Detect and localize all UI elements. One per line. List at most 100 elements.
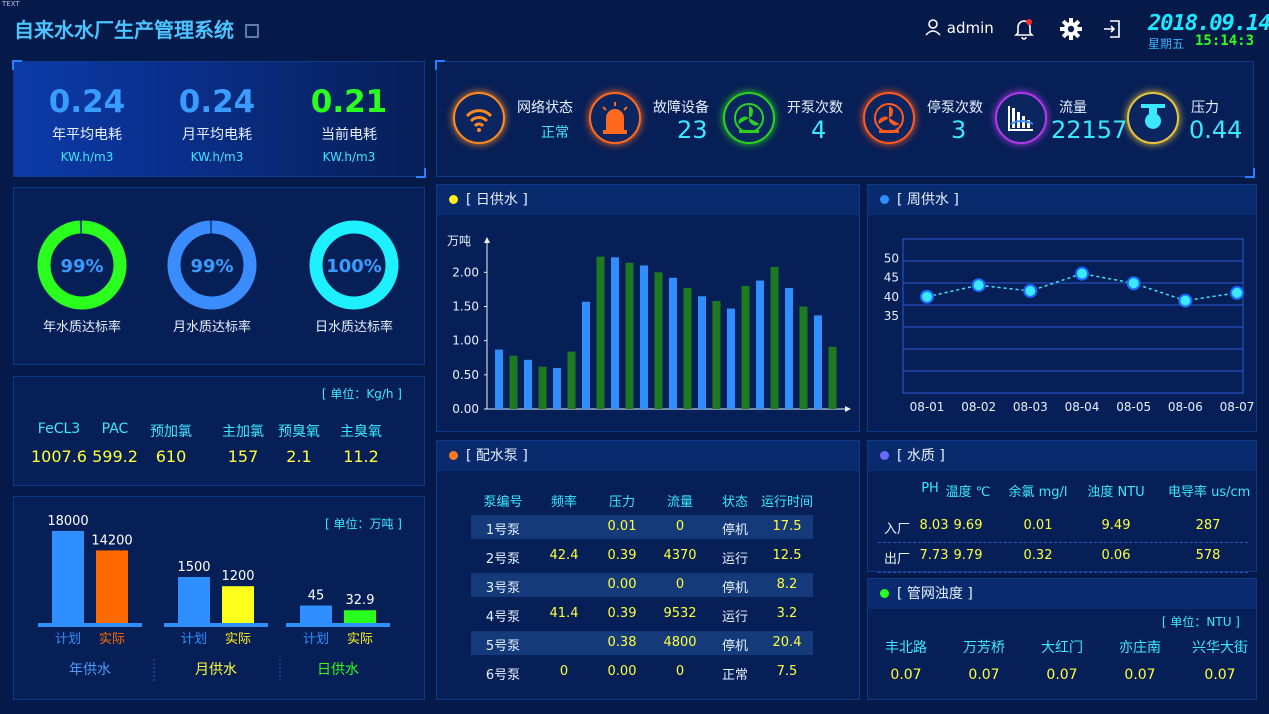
pump-dot-icon [449, 451, 458, 460]
energy-year-value: 0.24 [48, 84, 126, 120]
pump-cell: 8.2 [776, 577, 798, 592]
weekly-xtick: 08-05 [1116, 400, 1151, 414]
weekly-supply-chart: 35 40 45 50 08-01 08-02 08-03 08-04 08-05 08-06 08… [884, 238, 1254, 414]
quality-dot-icon [880, 451, 889, 460]
quality-cell: 9.49 [1101, 518, 1131, 533]
pump-cell: 17.5 [772, 519, 802, 534]
quality-cell: 0.01 [1023, 518, 1053, 533]
weekly-dot-icon [880, 195, 889, 204]
status-label: 网络状态 [517, 100, 573, 116]
quality-rate-panel: 99% 年水质达标率 99% 月水质达标率 100% 日水质达标率 [13, 187, 425, 365]
turbidity-name: 兴华大街 [1192, 640, 1248, 656]
daily-bar [582, 301, 590, 409]
energy-month-label: 月平均电耗 [182, 127, 252, 143]
status-value: 4 [811, 116, 827, 144]
quality-header: 浊度 NTU [1087, 485, 1145, 500]
weekly-xtick: 08-01 [910, 400, 945, 414]
corner-label: TEXT [2, 0, 20, 8]
daily-ylabel: 万吨 [447, 234, 471, 248]
pump-cell: 0.01 [607, 519, 637, 534]
weekly-ytick: 40 [884, 290, 899, 304]
daily-supply-title-text: [ 日供水 ] [466, 192, 528, 208]
turbidity-dot-icon [880, 589, 889, 598]
logout-icon[interactable] [1102, 19, 1122, 39]
quality-header: 电导率 us/cm [1168, 485, 1251, 500]
weekly-point [1178, 293, 1193, 308]
pump-cell: 4号泵 [485, 610, 521, 625]
supply-actual-value: 32.9 [346, 593, 375, 608]
weekly-ytick: 50 [884, 251, 899, 265]
turbidity-value: 0.07 [1124, 667, 1156, 683]
ring-label: 月水质达标率 [173, 319, 251, 335]
bell-icon[interactable] [1014, 18, 1034, 40]
gear-icon[interactable] [1060, 18, 1082, 40]
user-menu[interactable]: admin [924, 18, 994, 37]
water-supply-panel: [ 单位：万吨 ] 18000 14200 计划 实际 年供水 1500 1200 计划 实际月… [13, 496, 425, 700]
quality-divider [878, 542, 1248, 543]
status-panel: 网络状态 正常 故障设备 23 开泵次数 4 停泵次数 3 流量 22157 压力 0.44 [435, 60, 1255, 178]
turbidity-value: 0.07 [890, 667, 922, 683]
quality-divider [878, 572, 1248, 573]
ring-label: 年水质达标率 [43, 319, 121, 335]
daily-bar [814, 315, 822, 409]
weekly-point [1023, 283, 1038, 298]
weekly-ytick: 35 [884, 309, 899, 323]
weekly-supply-title: [ 周供水 ] [868, 185, 1256, 215]
weekly-xtick: 08-04 [1065, 400, 1100, 414]
pump-cell: 0.39 [607, 606, 637, 621]
chemical-name: 预臭氧 [278, 424, 320, 440]
supply-actual-bar [222, 586, 254, 623]
daily-bar [640, 265, 648, 409]
weekly-point [971, 278, 986, 293]
supply-actual-bar [344, 610, 376, 623]
daily-ytick: 1.50 [452, 300, 479, 314]
ring-percent: 100% [326, 256, 382, 277]
pump-cell: 0.00 [607, 577, 637, 592]
chemical-name: PAC [101, 421, 129, 437]
quality-rate-rings: 99% 年水质达标率 99% 月水质达标率 100% 日水质达标率 [37, 220, 399, 335]
daily-bar [785, 288, 793, 409]
chemical-unit: [ 单位：Kg/h ] [321, 387, 402, 401]
energy-current-value: 0.21 [310, 84, 388, 120]
pump-cell: 正常 [721, 668, 748, 683]
menu-grid-icon[interactable] [244, 24, 259, 38]
daily-bar [567, 351, 576, 409]
pump-cell: 41.4 [549, 606, 579, 621]
turbidity-name: 万芳桥 [963, 640, 1005, 656]
supply-baseline [164, 623, 268, 627]
quality-cell: 9.79 [953, 548, 983, 563]
supply-baseline [286, 623, 390, 627]
status-value: 22157 [1051, 116, 1128, 144]
pump-header: 泵编号 [483, 495, 523, 510]
energy-month: 0.24 月平均电耗 KW.h/m3 [144, 84, 290, 164]
pump-cell: 20.4 [772, 635, 802, 650]
daily-bar [553, 368, 561, 409]
weekly-supply-panel: [ 周供水 ] 35 40 45 50 08-01 08-02 08-03 08-04 08-0… [867, 184, 1257, 432]
flow-icon [995, 92, 1047, 144]
daily-supply-panel: [ 日供水 ] 万吨 0.00 0.50 1.00 1.50 2.00 [436, 184, 860, 432]
energy-year-label: 年平均电耗 [52, 127, 122, 143]
daily-ytick: 1.00 [452, 334, 479, 348]
supply-plan-bar [300, 605, 332, 623]
daily-bar [625, 262, 634, 409]
weekly-xtick: 08-02 [961, 400, 996, 414]
weekly-point [1230, 285, 1244, 300]
status-label: 故障设备 [653, 100, 709, 116]
status-label: 压力 [1191, 100, 1219, 116]
pump-cell: 4800 [663, 635, 697, 650]
pump-header: 运行时间 [760, 495, 813, 510]
energy-current: 0.21 当前电耗 KW.h/m3 [276, 84, 422, 164]
water-quality-title-text: [ 水质 ] [897, 448, 945, 464]
daily-bar [611, 257, 619, 409]
weekly-ytick: 45 [884, 271, 899, 285]
pump-header: 频率 [550, 495, 577, 510]
weekly-point [1075, 266, 1089, 281]
turbidity-panel: [ 管网浊度 ] [ 单位：NTU ] 丰北路 0.07 万芳桥 0.07 大红门 0.0… [867, 578, 1257, 700]
pump-cell: 6号泵 [485, 668, 521, 683]
supply-group-name: 月供水 [195, 662, 237, 678]
daily-bar [727, 308, 735, 409]
turbidity-name: 大红门 [1041, 640, 1083, 656]
supply-plan-label: 计划 [303, 632, 329, 647]
supply-actual-label: 实际 [225, 632, 251, 647]
daily-bar [524, 359, 532, 409]
